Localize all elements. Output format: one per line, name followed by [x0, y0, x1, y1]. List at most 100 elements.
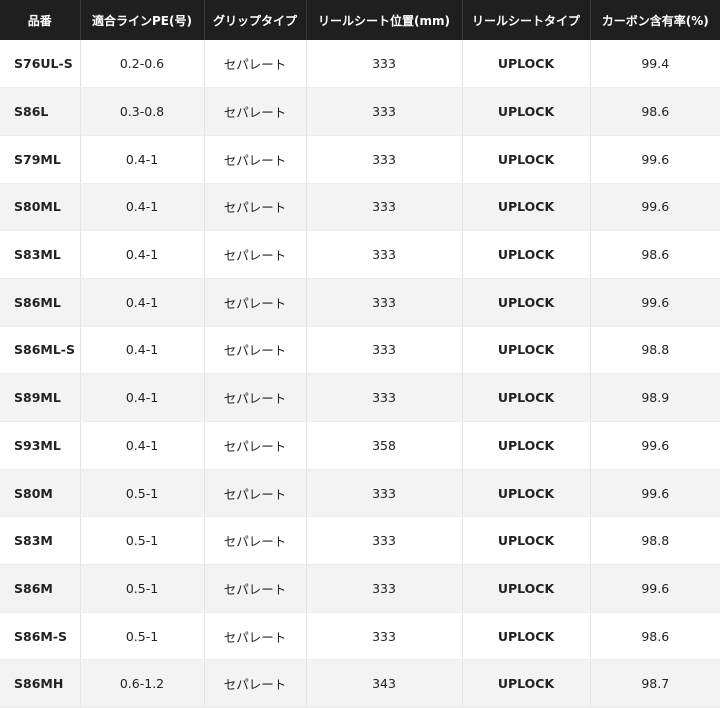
cell-carbon-content: 99.4: [589, 40, 720, 89]
cell-reel-seat-position: 333: [305, 564, 462, 613]
cell-reel-seat-type: UPLOCK: [461, 612, 590, 661]
cell-line-pe: 0.5-1: [79, 612, 204, 661]
cell-reel-seat-type: UPLOCK: [461, 40, 590, 89]
header-model: 品番: [27, 13, 52, 28]
spec-table: 品番 適合ラインPE(号) グリップタイプ リールシート位置(mm) リールシー…: [0, 0, 720, 708]
cell-grip-type: セパレート: [203, 87, 306, 136]
cell-line-pe: 0.5-1: [79, 564, 204, 613]
header-line-pe: 適合ラインPE(号): [79, 0, 204, 40]
cell-reel-seat-position: 333: [305, 87, 462, 136]
cell-carbon-content: 99.6: [589, 183, 720, 232]
cell-line-pe: 0.6-1.2: [79, 659, 204, 708]
table-header-row: 品番 適合ラインPE(号) グリップタイプ リールシート位置(mm) リールシー…: [0, 0, 720, 40]
cell-carbon-content: 98.6: [589, 230, 720, 279]
cell-model: S86ML: [0, 278, 80, 327]
cell-line-pe: 0.3-0.8: [79, 87, 204, 136]
header-reel-seat-position: リールシート位置(mm): [305, 0, 462, 40]
table-row: S86L 0.3-0.8 セパレート 333 UPLOCK 98.6: [0, 87, 720, 136]
cell-reel-seat-position: 333: [305, 183, 462, 232]
cell-reel-seat-position: 333: [305, 40, 462, 89]
cell-carbon-content: 98.7: [589, 659, 720, 708]
cell-line-pe: 0.5-1: [79, 469, 204, 518]
cell-line-pe: 0.4-1: [79, 135, 204, 184]
table-row: S86ML-S 0.4-1 セパレート 333 UPLOCK 98.8: [0, 326, 720, 375]
cell-model: S83M: [0, 516, 80, 566]
cell-reel-seat-type: UPLOCK: [461, 659, 590, 708]
cell-model: S83ML: [0, 230, 80, 279]
cell-carbon-content: 98.6: [589, 87, 720, 136]
cell-carbon-content: 98.6: [589, 612, 720, 661]
cell-grip-type: セパレート: [203, 40, 306, 89]
cell-grip-type: セパレート: [203, 326, 306, 375]
cell-reel-seat-position: 358: [305, 421, 462, 470]
cell-reel-seat-type: UPLOCK: [461, 278, 590, 327]
cell-reel-seat-type: UPLOCK: [461, 135, 590, 184]
table-row: S89ML 0.4-1 セパレート 333 UPLOCK 98.9: [0, 373, 720, 422]
cell-reel-seat-position: 333: [305, 326, 462, 375]
table-row: S83M 0.5-1 セパレート 333 UPLOCK 98.8: [0, 516, 720, 566]
cell-reel-seat-type: UPLOCK: [461, 183, 590, 232]
cell-reel-seat-position: 333: [305, 373, 462, 422]
cell-grip-type: セパレート: [203, 659, 306, 708]
table-row: S86ML 0.4-1 セパレート 333 UPLOCK 99.6: [0, 278, 720, 327]
cell-reel-seat-position: 333: [305, 278, 462, 327]
header-grip-type: グリップタイプ: [203, 0, 306, 40]
cell-line-pe: 0.2-0.6: [79, 40, 204, 89]
cell-line-pe: 0.5-1: [79, 516, 204, 566]
cell-model: S80M: [0, 469, 80, 518]
table-row: S80ML 0.4-1 セパレート 333 UPLOCK 99.6: [0, 183, 720, 232]
table-row: S86M-S 0.5-1 セパレート 333 UPLOCK 98.6: [0, 612, 720, 661]
cell-carbon-content: 99.6: [589, 421, 720, 470]
cell-carbon-content: 99.6: [589, 135, 720, 184]
cell-carbon-content: 98.9: [589, 373, 720, 422]
cell-carbon-content: 98.8: [589, 326, 720, 375]
cell-reel-seat-position: 343: [305, 659, 462, 708]
cell-reel-seat-type: UPLOCK: [461, 516, 590, 566]
cell-line-pe: 0.4-1: [79, 230, 204, 279]
cell-reel-seat-position: 333: [305, 230, 462, 279]
table-body: S76UL-S 0.2-0.6 セパレート 333 UPLOCK 99.4 S86L 0.3-…: [0, 40, 720, 708]
cell-reel-seat-type: UPLOCK: [461, 326, 590, 375]
table-row: S80M 0.5-1 セパレート 333 UPLOCK 99.6: [0, 469, 720, 518]
cell-reel-seat-type: UPLOCK: [461, 373, 590, 422]
cell-model: S79ML: [0, 135, 80, 184]
cell-grip-type: セパレート: [203, 564, 306, 613]
cell-carbon-content: 99.6: [589, 469, 720, 518]
cell-grip-type: セパレート: [203, 278, 306, 327]
cell-grip-type: セパレート: [203, 373, 306, 422]
cell-model: S89ML: [0, 373, 80, 422]
cell-line-pe: 0.4-1: [79, 183, 204, 232]
cell-model: S76UL-S: [0, 40, 80, 89]
cell-model: S80ML: [0, 183, 80, 232]
cell-reel-seat-type: UPLOCK: [461, 230, 590, 279]
cell-grip-type: セパレート: [203, 421, 306, 470]
cell-grip-type: セパレート: [203, 469, 306, 518]
table-row: S83ML 0.4-1 セパレート 333 UPLOCK 98.6: [0, 230, 720, 279]
cell-model: S86ML-S: [0, 326, 80, 375]
cell-reel-seat-type: UPLOCK: [461, 469, 590, 518]
cell-model: S86M: [0, 564, 80, 613]
cell-grip-type: セパレート: [203, 230, 306, 279]
cell-reel-seat-position: 333: [305, 516, 462, 566]
cell-carbon-content: 98.8: [589, 516, 720, 566]
cell-model: S93ML: [0, 421, 80, 470]
cell-reel-seat-type: UPLOCK: [461, 421, 590, 470]
cell-grip-type: セパレート: [203, 135, 306, 184]
cell-carbon-content: 99.6: [589, 278, 720, 327]
table-row: S86MH 0.6-1.2 セパレート 343 UPLOCK 98.7: [0, 659, 720, 708]
table-row: S76UL-S 0.2-0.6 セパレート 333 UPLOCK 99.4: [0, 40, 720, 89]
cell-model: S86MH: [0, 659, 80, 708]
header-carbon-content: カーボン含有率(%): [589, 0, 720, 40]
cell-reel-seat-position: 333: [305, 612, 462, 661]
cell-line-pe: 0.4-1: [79, 421, 204, 470]
header-reel-seat-type: リールシートタイプ: [461, 0, 590, 40]
cell-line-pe: 0.4-1: [79, 278, 204, 327]
cell-grip-type: セパレート: [203, 183, 306, 232]
cell-carbon-content: 99.6: [589, 564, 720, 613]
cell-reel-seat-position: 333: [305, 469, 462, 518]
cell-line-pe: 0.4-1: [79, 373, 204, 422]
table-row: S93ML 0.4-1 セパレート 358 UPLOCK 99.6: [0, 421, 720, 470]
cell-grip-type: セパレート: [203, 612, 306, 661]
table-row: S79ML 0.4-1 セパレート 333 UPLOCK 99.6: [0, 135, 720, 184]
cell-model: S86M-S: [0, 612, 80, 661]
